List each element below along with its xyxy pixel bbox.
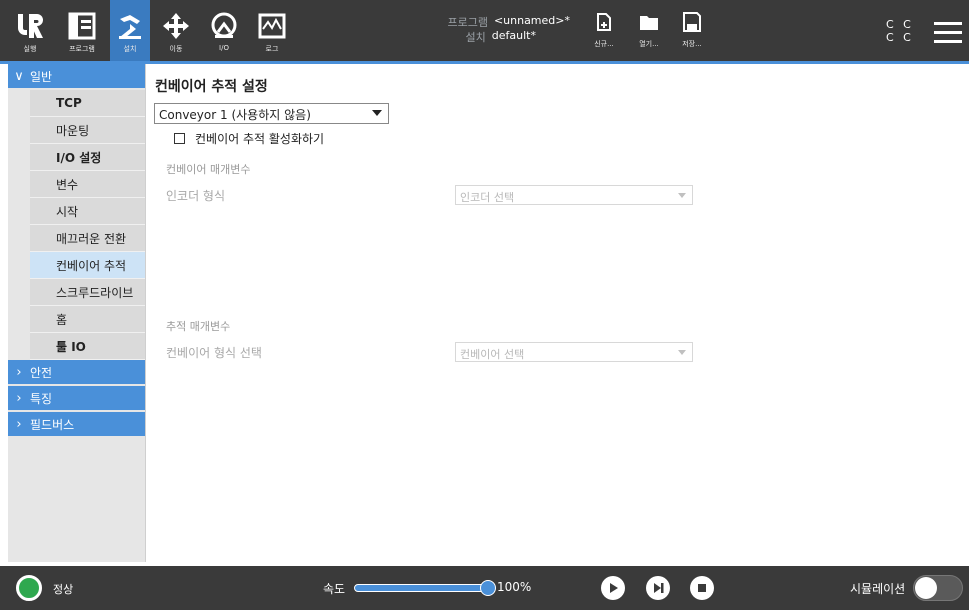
program-name: <unnamed>* <box>493 14 570 27</box>
log-tab[interactable]: 로그 <box>252 0 292 61</box>
save-button[interactable]: 저장... <box>670 12 714 49</box>
dropdown-arrow-icon <box>678 350 686 355</box>
install-name: default* <box>491 29 536 42</box>
log-tab-label: 로그 <box>265 45 279 53</box>
program-tab[interactable]: 프로그램 <box>62 0 102 61</box>
sidebar-item-home[interactable]: 홈 <box>30 306 145 333</box>
status-indicator[interactable] <box>16 575 42 601</box>
play-icon <box>610 583 618 593</box>
sidebar-item-smooth-transition[interactable]: 매끄러운 전환 <box>30 225 145 252</box>
sidebar-section-general[interactable]: ∨ 일반 <box>8 64 145 90</box>
program-key: 프로그램 <box>447 16 488 29</box>
conveyor-type-label: 컨베이어 형식 선택 <box>166 346 262 360</box>
run-tab-label: 실행 <box>23 45 37 53</box>
section-label: 일반 <box>30 69 53 84</box>
section-label: 필드버스 <box>30 417 75 432</box>
dropdown-arrow-icon <box>372 110 382 116</box>
enable-tracking-label: 컨베이어 추적 활성화하기 <box>195 132 325 146</box>
encoder-select-value: 인코더 선택 <box>460 191 515 204</box>
sidebar-item-tool-io[interactable]: 툴 IO <box>30 333 145 360</box>
status-text: 정상 <box>53 583 74 596</box>
encoder-select[interactable]: 인코더 선택 <box>455 185 693 205</box>
sidebar-item-startup[interactable]: 시작 <box>30 198 145 225</box>
step-icon <box>654 583 664 593</box>
log-icon <box>256 10 288 42</box>
cc-line-2: C C <box>886 31 914 44</box>
ur-logo-icon <box>14 10 46 42</box>
save-icon <box>683 12 701 36</box>
speed-slider-handle[interactable] <box>480 580 496 596</box>
sidebar-item-io-setup[interactable]: I/O 설정 <box>30 144 145 171</box>
sidebar-item-mounting[interactable]: 마운팅 <box>30 117 145 144</box>
installation-tab[interactable]: 설치 <box>110 0 150 61</box>
open-button-label: 열기... <box>639 40 659 48</box>
simulation-label: 시뮬레이션 <box>850 582 906 596</box>
move-tab-label: 이동 <box>169 45 183 53</box>
menu-icon[interactable] <box>934 22 962 44</box>
section-label: 특징 <box>30 391 53 406</box>
io-icon <box>208 10 240 42</box>
cc-indicator: C C C C <box>886 18 914 44</box>
step-button[interactable] <box>646 576 670 600</box>
new-button[interactable]: 신규... <box>582 12 626 49</box>
main-content: 컨베이어 추적 설정 Conveyor 1 (사용하지 않음) 컨베이어 추적 … <box>150 64 961 562</box>
sidebar: ∨ 일반 TCP 마운팅 I/O 설정 변수 시작 매끄러운 전환 컨베이어 추… <box>8 64 146 562</box>
chevron-right-icon: › <box>16 364 22 380</box>
top-bar: 실행 프로그램 설치 이동 I/O 로그 프로그램 <unnamed>* 설치 de… <box>0 0 969 64</box>
chevron-right-icon: › <box>16 416 22 432</box>
io-tab[interactable]: I/O <box>204 0 244 61</box>
program-icon <box>66 10 98 42</box>
conveyor-select-value: Conveyor 1 (사용하지 않음) <box>159 108 311 122</box>
sidebar-section-fieldbus[interactable]: › 필드버스 <box>8 412 145 438</box>
tracking-params-heading: 추적 매개변수 <box>166 320 231 333</box>
stop-button[interactable] <box>690 576 714 600</box>
conveyor-type-select-value: 컨베이어 선택 <box>460 348 525 361</box>
sidebar-item-tcp[interactable]: TCP <box>30 90 145 117</box>
page-title: 컨베이어 추적 설정 <box>155 79 268 95</box>
installation-tab-label: 설치 <box>123 45 137 53</box>
chevron-right-icon: › <box>16 390 22 406</box>
toggle-knob <box>915 577 937 599</box>
simulation-toggle[interactable] <box>913 575 963 601</box>
sidebar-item-screwdriving[interactable]: 스크루드라이브 <box>30 279 145 306</box>
install-key: 설치 <box>465 31 486 44</box>
conveyor-params-heading: 컨베이어 매개변수 <box>166 163 251 176</box>
open-folder-icon <box>639 12 659 36</box>
encoder-type-label: 인코더 형식 <box>166 189 226 203</box>
program-tab-label: 프로그램 <box>69 45 95 53</box>
speed-label: 속도 <box>323 582 346 596</box>
io-tab-label: I/O <box>219 44 229 52</box>
new-file-icon <box>596 12 612 36</box>
installation-icon <box>114 10 146 42</box>
sidebar-item-variables[interactable]: 변수 <box>30 171 145 198</box>
dropdown-arrow-icon <box>678 193 686 198</box>
section-label: 안전 <box>30 365 53 380</box>
enable-tracking-checkbox[interactable] <box>174 133 185 144</box>
bottom-bar: 정상 속도 100% 시뮬레이션 <box>0 566 969 610</box>
sidebar-item-conveyor-tracking[interactable]: 컨베이어 추적 <box>30 252 145 279</box>
play-button[interactable] <box>601 576 625 600</box>
save-button-label: 저장... <box>682 40 702 48</box>
conveyor-select[interactable]: Conveyor 1 (사용하지 않음) <box>154 103 389 124</box>
sidebar-section-safety[interactable]: › 안전 <box>8 360 145 386</box>
move-tab[interactable]: 이동 <box>156 0 196 61</box>
open-button[interactable]: 열기... <box>627 12 671 49</box>
run-tab[interactable]: 실행 <box>10 0 50 61</box>
speed-slider[interactable] <box>354 584 489 592</box>
enable-tracking-row[interactable]: 컨베이어 추적 활성화하기 <box>174 130 324 147</box>
new-button-label: 신규... <box>594 40 614 48</box>
conveyor-type-select[interactable]: 컨베이어 선택 <box>455 342 693 362</box>
cc-line-1: C C <box>886 18 914 31</box>
speed-value: 100% <box>497 580 532 594</box>
move-icon <box>160 10 192 42</box>
chevron-down-icon: ∨ <box>14 68 24 84</box>
program-status: 프로그램 <unnamed>* 설치 default* <box>420 14 570 44</box>
stop-icon <box>698 584 706 592</box>
sidebar-section-features[interactable]: › 특징 <box>8 386 145 412</box>
